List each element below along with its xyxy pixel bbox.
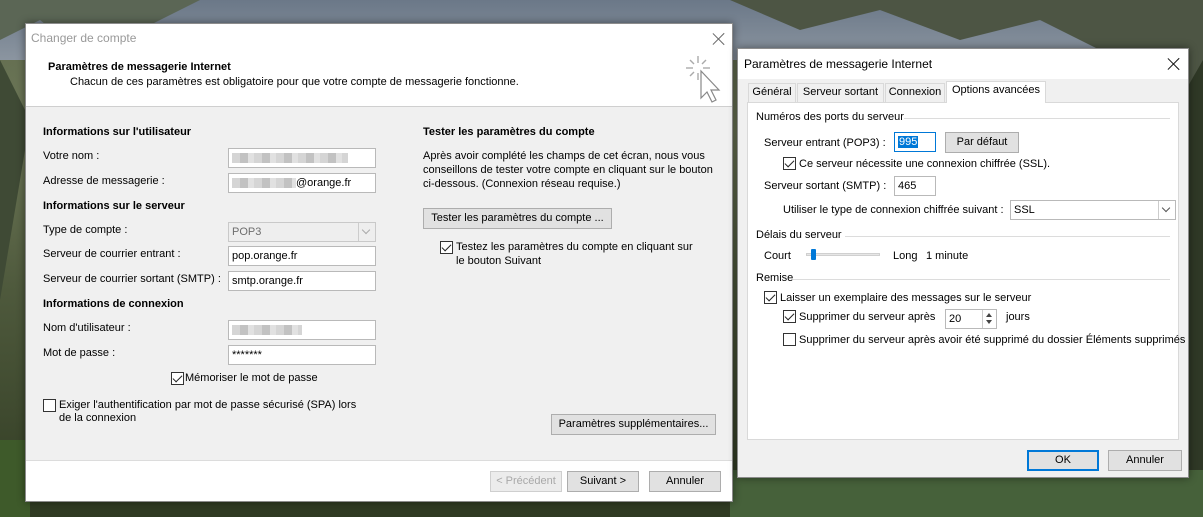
close-icon[interactable]	[1167, 57, 1181, 71]
name-field[interactable]	[228, 148, 376, 168]
remember-password-label: Mémoriser le mot de passe	[185, 372, 318, 384]
ssl-label: Ce serveur nécessite une connexion chiff…	[799, 158, 1051, 170]
account-type-label: Type de compte :	[43, 224, 128, 236]
cancel-button[interactable]: Annuler	[649, 471, 721, 492]
incoming-port-value: 995	[898, 136, 919, 148]
slider-thumb[interactable]	[811, 249, 816, 260]
remove-deleted-label: Supprimer du serveur après avoir été sup…	[799, 334, 1186, 346]
days-value: 20	[949, 313, 962, 325]
timeout-value: 1 minute	[926, 250, 969, 262]
account-type-value: POP3	[232, 226, 262, 238]
left-titlebar: Changer de compte	[26, 24, 732, 54]
test-account-button[interactable]: Tester les paramètres du compte ...	[423, 208, 612, 229]
remember-password-checkbox[interactable]	[171, 372, 184, 385]
cancel-button[interactable]: Annuler	[1108, 450, 1182, 471]
password-label: Mot de passe :	[43, 347, 116, 359]
username-input[interactable]	[228, 320, 376, 340]
test-on-next-label-line2: le bouton Suivant	[456, 255, 542, 267]
email-field[interactable]: @orange.fr	[228, 173, 376, 193]
default-port-button[interactable]: Par défaut	[945, 132, 1019, 153]
test-section-heading: Tester les paramètres du compte	[423, 126, 595, 138]
test-description-line1: Après avoir complété les champs de cet é…	[423, 150, 705, 162]
incoming-port-label: Serveur entrant (POP3) :	[764, 137, 886, 149]
timeout-long-label: Long	[893, 250, 918, 262]
keep-copy-label: Laisser un exemplaire des messages sur l…	[780, 292, 1032, 304]
days-unit-label: jours	[1006, 311, 1030, 323]
delivery-section-heading: Remise	[756, 272, 794, 284]
chevron-up-icon[interactable]	[986, 313, 992, 317]
change-account-dialog: Changer de compte Paramètres de messager…	[25, 23, 733, 502]
server-section-heading: Informations sur le serveur	[43, 200, 185, 212]
left-dialog-title: Changer de compte	[31, 31, 137, 45]
incoming-server-label: Serveur de courrier entrant :	[43, 248, 181, 260]
tab-connection[interactable]: Connexion	[885, 83, 945, 102]
outgoing-server-input[interactable]: smtp.orange.fr	[228, 271, 376, 291]
header-subtitle: Chacun de ces paramètres est obligatoire…	[70, 76, 519, 88]
chevron-down-icon	[358, 223, 375, 241]
encryption-type-label: Utiliser le type de connexion chiffrée s…	[783, 204, 1004, 216]
redacted-username	[232, 325, 302, 336]
user-section-heading: Informations sur l'utilisateur	[43, 126, 192, 138]
tab-general[interactable]: Général	[748, 83, 796, 102]
encryption-type-select[interactable]: SSL	[1010, 200, 1176, 220]
remove-after-checkbox[interactable]	[783, 310, 796, 323]
incoming-port-input[interactable]: 995	[894, 132, 936, 152]
redacted-name	[232, 153, 348, 164]
previous-button[interactable]: < Précédent	[490, 471, 562, 492]
next-button[interactable]: Suivant >	[567, 471, 639, 492]
chevron-down-icon	[1158, 201, 1175, 219]
spa-label-line1: Exiger l'authentification par mot de pas…	[59, 399, 357, 411]
more-settings-button[interactable]: Paramètres supplémentaires...	[551, 414, 716, 435]
spa-checkbox[interactable]	[43, 399, 56, 412]
right-dialog-title: Paramètres de messagerie Internet	[744, 57, 933, 71]
ssl-checkbox[interactable]	[783, 157, 796, 170]
redacted-email	[232, 178, 296, 189]
timeout-section-heading: Délais du serveur	[756, 229, 842, 241]
tab-outgoing-server[interactable]: Serveur sortant	[797, 83, 884, 102]
delivery-divider	[793, 279, 1170, 280]
outgoing-server-label: Serveur de courrier sortant (SMTP) :	[43, 273, 221, 285]
outgoing-port-input[interactable]: 465	[894, 176, 936, 196]
ports-section-heading: Numéros des ports du serveur	[756, 111, 904, 123]
remove-deleted-checkbox[interactable]	[783, 333, 796, 346]
account-type-select[interactable]: POP3	[228, 222, 376, 242]
remove-after-label: Supprimer du serveur après	[799, 311, 936, 323]
days-spinner[interactable]	[982, 310, 996, 328]
header-title: Paramètres de messagerie Internet	[48, 61, 231, 73]
encryption-type-value: SSL	[1014, 204, 1035, 216]
email-domain: @orange.fr	[296, 177, 352, 189]
username-label: Nom d'utilisateur :	[43, 322, 131, 334]
test-description-line3: ci-dessous. (Connexion réseau requise.)	[423, 178, 621, 190]
login-section-heading: Informations de connexion	[43, 298, 184, 310]
left-footer-divider	[26, 460, 732, 461]
password-input[interactable]: *******	[228, 345, 376, 365]
email-label: Adresse de messagerie :	[43, 175, 165, 187]
test-on-next-label-line1: Testez les paramètres du compte en cliqu…	[456, 241, 693, 253]
test-on-next-checkbox[interactable]	[440, 241, 453, 254]
incoming-server-input[interactable]: pop.orange.fr	[228, 246, 376, 266]
test-description-line2: conseillons de tester votre compte en cl…	[423, 164, 713, 176]
slider-track	[806, 253, 880, 256]
outgoing-port-label: Serveur sortant (SMTP) :	[764, 180, 887, 192]
cursor-sparkle-icon	[686, 56, 721, 103]
timeout-slider[interactable]	[806, 246, 880, 264]
ports-divider	[904, 118, 1170, 119]
tab-advanced-options[interactable]: Options avancées	[946, 81, 1046, 103]
timeout-short-label: Court	[764, 250, 791, 262]
keep-copy-checkbox[interactable]	[764, 291, 777, 304]
spa-label-line2: de la connexion	[59, 412, 137, 424]
chevron-down-icon[interactable]	[986, 320, 992, 324]
right-titlebar: Paramètres de messagerie Internet	[738, 49, 1188, 79]
name-label: Votre nom :	[43, 150, 100, 162]
days-input[interactable]: 20	[945, 309, 997, 329]
timeout-divider	[845, 236, 1170, 237]
ok-button[interactable]: OK	[1027, 450, 1099, 471]
close-icon[interactable]	[712, 32, 726, 46]
